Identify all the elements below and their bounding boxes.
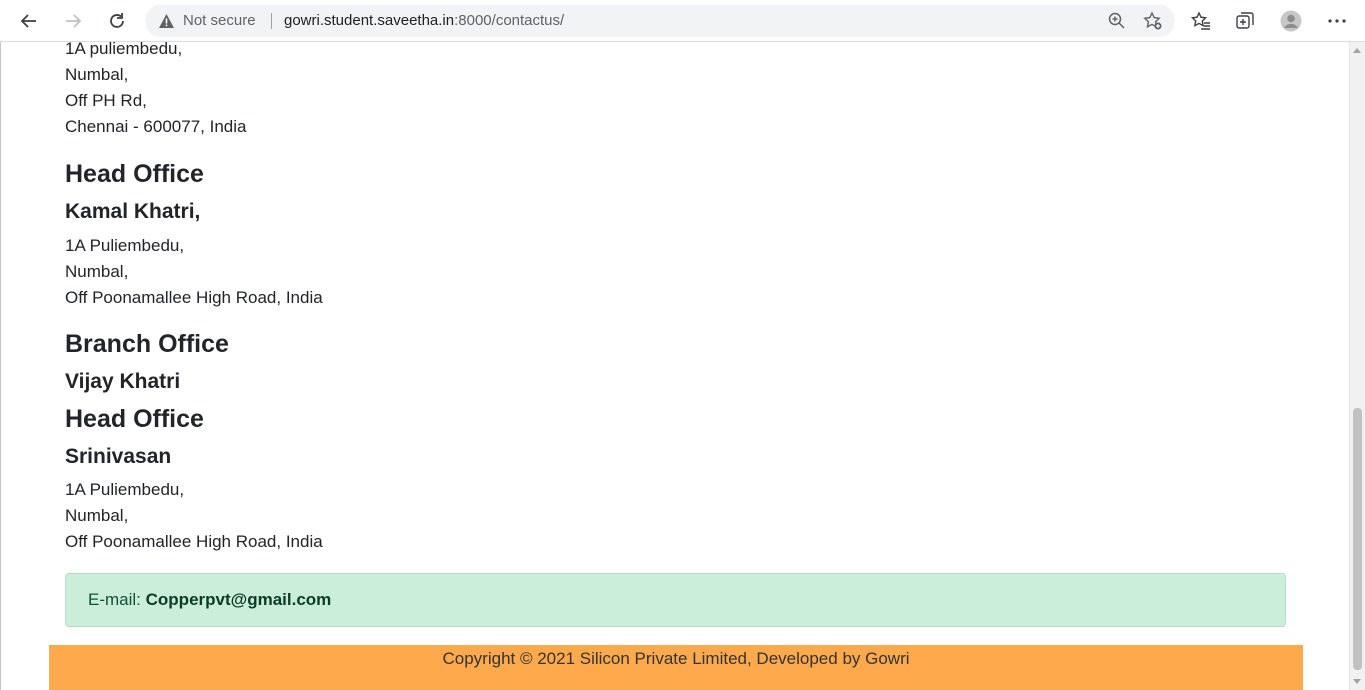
browser-toolbar: Not secure gowri.student.saveetha.in:800… xyxy=(0,0,1365,42)
address-separator xyxy=(271,13,272,29)
page-footer: Copyright © 2021 Silicon Private Limited… xyxy=(49,645,1303,690)
scroll-thumb[interactable] xyxy=(1353,408,1362,670)
address-line: Off Poonamallee High Road, India xyxy=(65,532,323,551)
section-heading: Branch Office xyxy=(65,330,229,358)
back-button[interactable] xyxy=(14,6,44,36)
head-office-section: Head Office xyxy=(65,158,204,190)
page-viewport: 1A puliembedu, Numbal, Off PH Rd, Chenna… xyxy=(0,42,1349,690)
section-heading: Head Office xyxy=(65,160,204,188)
contact-name-wrap: Vijay Khatri xyxy=(65,368,180,396)
warning-icon xyxy=(159,14,174,28)
contact-name: Vijay Khatri xyxy=(65,370,181,393)
head-office-address: 1A Puliembedu, Numbal, Off Poonamallee H… xyxy=(65,233,323,311)
address-line: Numbal, xyxy=(65,65,129,84)
contact-name: Srinivasan xyxy=(65,445,172,468)
branch-office-section: Branch Office xyxy=(65,328,229,360)
arrow-right-icon xyxy=(66,14,82,28)
email-label: E-mail: xyxy=(88,590,141,609)
vertical-scrollbar[interactable] xyxy=(1349,42,1365,690)
contact-name-wrap: Srinivasan xyxy=(65,443,171,471)
reload-icon xyxy=(110,13,124,28)
avatar-icon xyxy=(1280,10,1302,32)
address-line: 1A Puliembedu, xyxy=(65,480,185,499)
head-office-section-2: Head Office xyxy=(65,403,204,435)
scroll-up-arrow-icon[interactable] xyxy=(1353,48,1361,53)
collections-icon xyxy=(1236,12,1254,29)
address-bar[interactable]: Not secure gowri.student.saveetha.in:800… xyxy=(145,5,1175,37)
favorites-list-icon xyxy=(1190,11,1210,30)
contact-name: Kamal Khatri, xyxy=(65,200,201,223)
reload-button[interactable] xyxy=(102,6,132,36)
section-heading: Head Office xyxy=(65,405,204,433)
footer-copyright: Copyright © 2021 Silicon Private Limited… xyxy=(442,649,910,668)
url-host: gowri.student.saveetha.in xyxy=(284,12,455,29)
url-path: :8000/contactus/ xyxy=(454,12,565,29)
collections-button[interactable] xyxy=(1234,10,1256,32)
address-line: 1A Puliembedu, xyxy=(65,236,185,255)
arrow-left-icon xyxy=(20,14,36,28)
address-line: Chennai - 600077, India xyxy=(65,117,247,136)
address-line: Off PH Rd, xyxy=(65,91,147,110)
address-line: 1A puliembedu, xyxy=(65,42,183,58)
email-address[interactable]: Copperpvt@gmail.com xyxy=(146,590,332,609)
top-address: 1A puliembedu, Numbal, Off PH Rd, Chenna… xyxy=(65,42,246,140)
email-alert: E-mail: Copperpvt@gmail.com xyxy=(65,573,1286,627)
address-line: Numbal, xyxy=(65,262,129,281)
not-secure-label[interactable]: Not secure xyxy=(183,12,256,29)
profile-button[interactable] xyxy=(1280,10,1302,32)
address-line: Off Poonamallee High Road, India xyxy=(65,288,323,307)
more-button[interactable] xyxy=(1326,10,1348,32)
head-office-2-address: 1A Puliembedu, Numbal, Off Poonamallee H… xyxy=(65,477,323,555)
favorites-button[interactable] xyxy=(1190,10,1212,32)
zoom-icon[interactable] xyxy=(1107,11,1127,31)
forward-button[interactable] xyxy=(58,6,88,36)
more-dots-icon xyxy=(1328,19,1346,23)
contact-name-wrap: Kamal Khatri, xyxy=(65,198,200,226)
favorite-add-icon[interactable] xyxy=(1143,11,1163,31)
url-text[interactable]: gowri.student.saveetha.in:8000/contactus… xyxy=(284,12,564,29)
scroll-down-arrow-icon[interactable] xyxy=(1353,679,1361,684)
address-line: Numbal, xyxy=(65,506,129,525)
